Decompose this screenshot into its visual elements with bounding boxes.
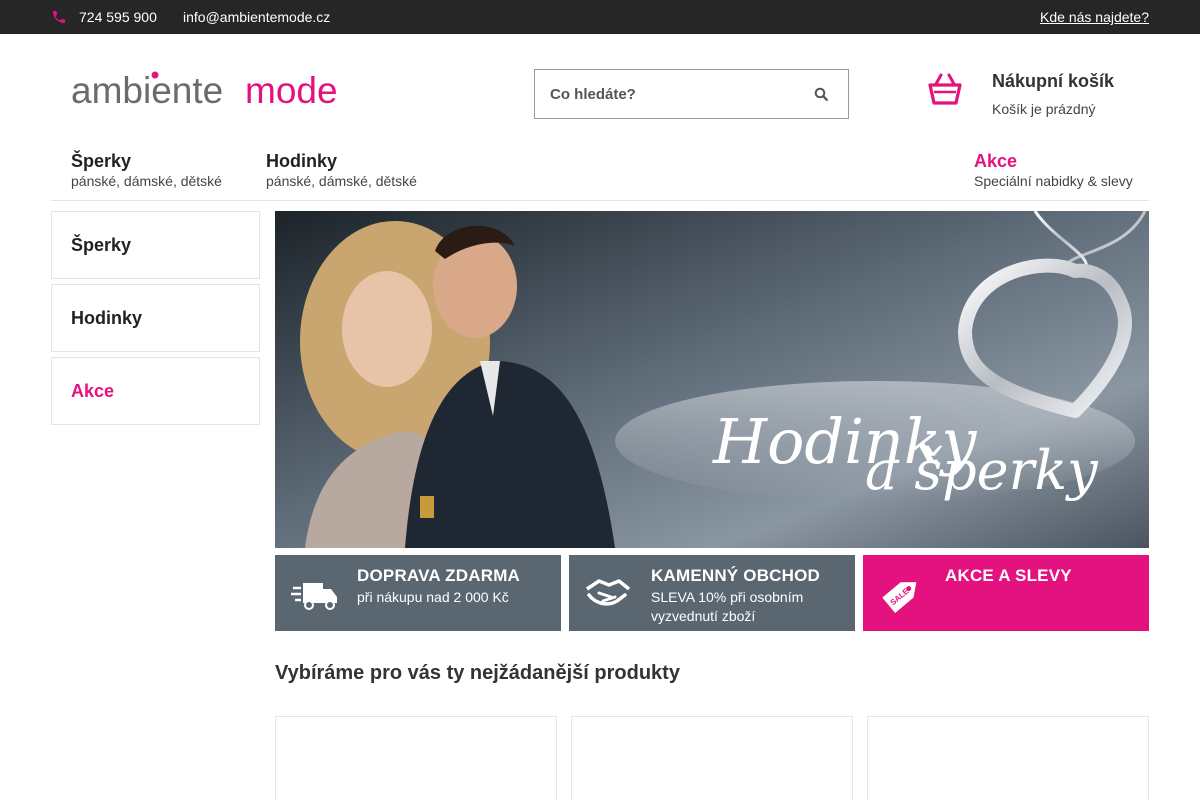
basket-icon[interactable] bbox=[926, 70, 964, 108]
phone-number[interactable]: 724 595 900 bbox=[79, 9, 157, 25]
svg-text:a šperky: a šperky bbox=[865, 439, 1099, 502]
search-button[interactable] bbox=[793, 70, 848, 118]
sale-tag-icon: SALE bbox=[882, 582, 917, 613]
nav-item-title: Akce bbox=[974, 151, 1018, 171]
feature-free-delivery[interactable]: DOPRAVA ZDARMA při nákupu nad 2 000 Kč bbox=[275, 555, 561, 631]
logo[interactable]: ambiente mode bbox=[71, 70, 356, 110]
nav-item-watches[interactable]: Hodinky pánské, dámské, dětské bbox=[266, 150, 417, 189]
nav-item-jewelry[interactable]: Šperky pánské, dámské, dětské bbox=[71, 150, 222, 189]
sidebar-item-watches[interactable]: Hodinky bbox=[51, 284, 260, 352]
email-link[interactable]: info@ambientemode.cz bbox=[183, 9, 330, 25]
hero-banner[interactable]: Hodinky a šperky bbox=[275, 211, 1149, 548]
search-icon bbox=[814, 87, 828, 101]
feature-sale[interactable]: SALE AKCE A SLEVY bbox=[863, 555, 1149, 631]
nav-item-title: Hodinky bbox=[266, 151, 338, 171]
product-card[interactable] bbox=[275, 716, 557, 800]
top-bar: 724 595 900 info@ambientemode.cz Kde nás… bbox=[0, 0, 1200, 34]
phone-icon bbox=[53, 11, 65, 23]
nav-divider bbox=[51, 200, 1149, 201]
find-us-link[interactable]: Kde nás najdete? bbox=[1040, 9, 1149, 25]
product-card[interactable] bbox=[571, 716, 853, 800]
feature-title: DOPRAVA ZDARMA bbox=[357, 566, 521, 585]
sidebar-item-sale[interactable]: Akce bbox=[51, 357, 260, 425]
search-bar bbox=[534, 69, 849, 119]
feature-subtitle: SLEVA 10% při osobním vyzvednutí zboží bbox=[651, 589, 804, 624]
nav-item-sale[interactable]: Akce Speciální nabidky & slevy bbox=[974, 150, 1133, 189]
handshake-icon bbox=[586, 579, 631, 606]
sidebar-item-jewelry[interactable]: Šperky bbox=[51, 211, 260, 279]
feature-store[interactable]: KAMENNÝ OBCHOD SLEVA 10% při osobním vyz… bbox=[569, 555, 855, 631]
nav-item-subtitle: Speciální nabidky & slevy bbox=[974, 173, 1133, 189]
section-title: Vybíráme pro vás ty nejžádanější produkt… bbox=[275, 662, 680, 684]
feature-title: AKCE A SLEVY bbox=[945, 566, 1072, 585]
search-input[interactable] bbox=[535, 70, 795, 118]
cart-status: Košík je prázdný bbox=[992, 101, 1096, 117]
cart-title[interactable]: Nákupní košík bbox=[992, 71, 1114, 92]
feature-title: KAMENNÝ OBCHOD bbox=[651, 566, 821, 585]
nav-item-subtitle: pánské, dámské, dětské bbox=[71, 173, 222, 189]
nav-item-subtitle: pánské, dámské, dětské bbox=[266, 173, 417, 189]
feature-subtitle: při nákupu nad 2 000 Kč bbox=[357, 589, 509, 605]
nav-item-title: Šperky bbox=[71, 151, 132, 171]
svg-text:ambiente: ambiente bbox=[71, 70, 223, 110]
delivery-truck-icon bbox=[291, 583, 337, 610]
product-card[interactable] bbox=[867, 716, 1149, 800]
svg-text:mode: mode bbox=[245, 70, 338, 110]
